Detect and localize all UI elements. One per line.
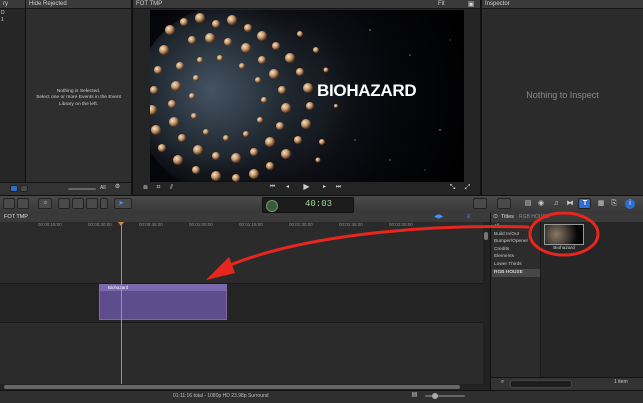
go-to-start-icon[interactable]: ⏮ xyxy=(268,183,277,192)
category-build-in-out[interactable]: Build In/Out xyxy=(492,231,540,239)
gear-icon[interactable]: ⚙ xyxy=(113,183,122,192)
empty-message-line3: Library on the left. xyxy=(58,101,99,107)
event-library-header: ry xyxy=(0,0,25,9)
timeline-zoom-slider[interactable] xyxy=(425,395,465,397)
background-tasks-button[interactable] xyxy=(497,198,511,209)
category-lower-thirds[interactable]: Lower Thirds xyxy=(492,261,540,269)
maximize-icon[interactable]: ⤢ xyxy=(463,183,472,192)
playhead-marker[interactable] xyxy=(118,222,124,226)
inspector-toggle-icon[interactable]: i xyxy=(625,199,635,209)
search-icon[interactable]: ⌕ xyxy=(498,378,507,387)
title-overlay-text: BIOHAZARD xyxy=(317,81,417,100)
category-all[interactable]: All xyxy=(492,223,540,231)
play-icon[interactable]: ▶ xyxy=(301,182,312,191)
fit-to-window-icon[interactable]: ⧈ xyxy=(141,183,150,192)
camera-icon[interactable]: ▤ xyxy=(523,199,533,208)
ruler-tick: 00:02:00:00 xyxy=(389,222,413,227)
timeline-index-icon[interactable]: ◀▶ xyxy=(434,213,443,222)
event-list-item[interactable]: D xyxy=(1,10,5,16)
empty-event-message: Nothing is Selected. Select one or more … xyxy=(26,89,131,108)
viewer-video-frame: BIOHAZARD xyxy=(150,10,464,182)
timecode-value: 40:03 xyxy=(305,199,333,209)
arrow-cursor-icon: ➤ xyxy=(118,200,124,207)
category-credits[interactable]: Credits xyxy=(492,246,540,254)
dashboard-timecode: 40:03 xyxy=(262,197,354,213)
virus-artwork xyxy=(150,10,451,182)
title-clip-label: Biohazard xyxy=(108,285,129,290)
inspector-empty-message: Nothing to Inspect xyxy=(526,90,599,100)
keyword-button[interactable] xyxy=(473,198,487,209)
search-icon: ⌕ xyxy=(43,200,48,206)
insert-clip-button[interactable] xyxy=(72,198,84,209)
search-button[interactable]: ⌕ xyxy=(38,198,52,209)
fit-menu[interactable]: Fit xyxy=(438,0,445,9)
crop-icon[interactable]: ⌗ xyxy=(154,183,163,192)
hide-rejected-menu[interactable]: Hide Rejected xyxy=(26,0,131,9)
titles-header-subpath: RGB HOUSE xyxy=(519,214,550,220)
clip-appearance-icon[interactable]: ▤ xyxy=(410,391,419,400)
viewer-header: FOT TMP xyxy=(133,0,480,9)
list-view-button[interactable] xyxy=(20,185,28,192)
category-bumper-opener[interactable]: Bumper/Opener xyxy=(492,238,540,246)
timeline-zoom-knob[interactable] xyxy=(432,393,438,399)
photo-icon[interactable]: ◉ xyxy=(536,199,546,208)
ruler-tick: 00:01:15:00 xyxy=(239,222,263,227)
edit-mode-menu[interactable] xyxy=(100,198,108,209)
timeline-project-name: FOT TMP xyxy=(4,214,28,220)
themes-icon[interactable]: ⎘ xyxy=(609,199,619,208)
ruler-tick: 00:00:30:00 xyxy=(88,222,112,227)
timeline-status: 01:11:16 total - 1080p HD 23.98p Surroun… xyxy=(173,393,269,399)
ruler-tick: 00:01:45:00 xyxy=(339,222,363,227)
distort-icon[interactable]: ⫽ xyxy=(167,183,176,192)
titles-icon: T xyxy=(582,200,588,207)
ruler-tick: 00:00:15:00 xyxy=(38,222,62,227)
next-frame-icon[interactable]: ▸ xyxy=(320,183,329,192)
fullscreen-icon[interactable]: ⤡ xyxy=(448,183,457,192)
empty-message-line2: Select one or more Events in the Event xyxy=(36,95,121,101)
go-to-end-icon[interactable]: ⏭ xyxy=(334,183,343,192)
category-elements[interactable]: Elements xyxy=(492,253,540,261)
filter-value[interactable]: All xyxy=(100,185,106,191)
vertical-scrollbar[interactable] xyxy=(483,222,490,384)
event-browser-sidebar xyxy=(0,0,25,182)
music-icon[interactable]: ♫ xyxy=(551,199,561,208)
horizontal-scroll-thumb[interactable] xyxy=(4,385,460,389)
title-thumbnail-label: Biohazard xyxy=(553,246,575,251)
ruler-tick: 00:01:30:00 xyxy=(289,222,313,227)
title-thumbnail[interactable] xyxy=(544,224,584,245)
percentage-icon xyxy=(266,200,278,212)
import-media-button[interactable] xyxy=(3,198,15,209)
filmstrip-view-button[interactable] xyxy=(10,185,18,192)
append-clip-button[interactable] xyxy=(86,198,98,209)
event-library-toggle[interactable] xyxy=(17,198,29,209)
previous-frame-icon[interactable]: ◂ xyxy=(283,183,292,192)
select-tool-button[interactable]: ➤ xyxy=(114,198,132,209)
vertical-scroll-thumb[interactable] xyxy=(484,232,488,240)
inspector-header: Inspector xyxy=(482,0,643,9)
connect-clip-button[interactable] xyxy=(58,198,70,209)
zoom-slider[interactable] xyxy=(68,188,96,190)
category-rgb-house[interactable]: RGB HOUSE xyxy=(492,269,540,277)
ruler-tick: 00:01:00:00 xyxy=(189,222,213,227)
status-bar xyxy=(0,390,643,403)
close-viewer-icon[interactable]: ▣ xyxy=(466,0,476,9)
generators-icon[interactable]: ▦ xyxy=(596,199,606,208)
primary-storyline[interactable] xyxy=(0,283,483,323)
titles-header-label: Titles xyxy=(501,214,514,220)
titles-item-count: 1 item xyxy=(614,379,628,385)
event-list-item[interactable]: 1 xyxy=(1,17,4,23)
transitions-icon[interactable]: ⧓ xyxy=(565,199,575,208)
playhead[interactable] xyxy=(121,222,122,384)
ruler-tick: 00:00:45:00 xyxy=(139,222,163,227)
titles-browser-button[interactable]: T xyxy=(578,198,591,209)
titles-search-icon[interactable]: ⊙ xyxy=(493,213,498,222)
skimming-icon[interactable]: ≡ xyxy=(464,213,473,222)
title-clip[interactable]: Biohazard xyxy=(99,284,227,320)
titles-search-input[interactable] xyxy=(510,380,572,388)
viewer-title: FOT TMP xyxy=(136,1,163,7)
